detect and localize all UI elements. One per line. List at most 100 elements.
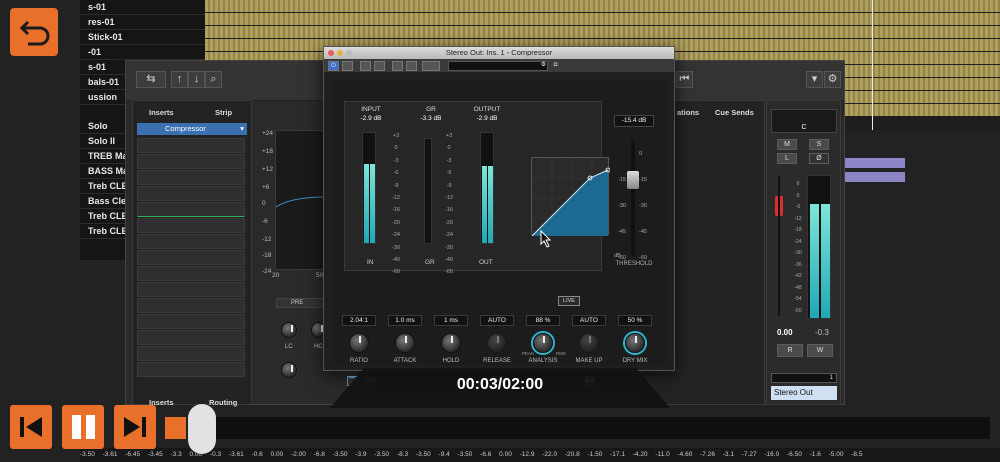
insert-slot[interactable] bbox=[137, 138, 245, 153]
insert-slot[interactable] bbox=[137, 234, 245, 249]
skip-back-button[interactable] bbox=[10, 405, 52, 449]
audio-lane[interactable] bbox=[205, 26, 1000, 38]
makeup-knob[interactable] bbox=[579, 333, 599, 353]
tab-strip[interactable]: Strip bbox=[215, 108, 232, 117]
track-name[interactable]: s-01 bbox=[80, 0, 205, 15]
ratio-value[interactable]: 2.04:1 bbox=[342, 315, 376, 326]
live-button[interactable]: LIVE bbox=[558, 296, 580, 306]
midi-clip[interactable] bbox=[845, 158, 905, 168]
attack-knob[interactable] bbox=[395, 333, 415, 353]
master-volume-value[interactable]: 0.00 bbox=[777, 328, 793, 337]
insert-slot[interactable] bbox=[137, 362, 245, 377]
close-window-icon[interactable] bbox=[328, 50, 334, 56]
makeup-value[interactable]: AUTO bbox=[572, 315, 606, 326]
track-name[interactable]: -01 bbox=[80, 45, 205, 60]
menu-dropdown-icon[interactable]: ▾ bbox=[806, 71, 823, 88]
inserts-panel: Inserts Strip Compressor ▾ Inserts Routi… bbox=[132, 100, 252, 407]
compression-curve-display[interactable] bbox=[531, 157, 611, 237]
insert-slot[interactable] bbox=[137, 250, 245, 265]
audio-lane[interactable] bbox=[205, 13, 1000, 25]
tab-inserts[interactable]: Inserts bbox=[149, 108, 174, 117]
preset-menu-icon[interactable]: ⚙ bbox=[538, 61, 549, 71]
insert-slot[interactable] bbox=[137, 202, 245, 217]
pause-button[interactable] bbox=[62, 405, 104, 449]
plugin-titlebar[interactable]: Stereo Out: Ins. 1 - Compressor bbox=[324, 47, 674, 59]
pre-gain-knob[interactable] bbox=[281, 362, 297, 378]
track-name[interactable]: Stick-01 bbox=[80, 30, 205, 45]
threshold-value[interactable]: -15.4 dB bbox=[614, 115, 654, 127]
release-value[interactable]: AUTO bbox=[480, 315, 514, 326]
insert-slot[interactable] bbox=[137, 170, 245, 185]
dry-mix-knob[interactable] bbox=[625, 333, 645, 353]
read-automation-icon[interactable] bbox=[360, 61, 371, 71]
back-button[interactable] bbox=[10, 8, 58, 56]
threshold-fader-handle[interactable] bbox=[627, 171, 639, 189]
search-icon[interactable]: ⌕ bbox=[205, 71, 222, 88]
seek-handle[interactable] bbox=[188, 404, 216, 454]
output-meter-fill-right bbox=[488, 166, 493, 243]
insert-slot[interactable] bbox=[137, 314, 245, 329]
ratio-knob[interactable] bbox=[349, 333, 369, 353]
arrow-up-icon[interactable]: ↑ bbox=[171, 71, 188, 88]
chevron-down-icon[interactable]: ▾ bbox=[240, 123, 244, 135]
zoom-window-icon[interactable] bbox=[346, 50, 352, 56]
audio-lane[interactable] bbox=[205, 0, 1000, 12]
insert-slot-compressor[interactable]: Compressor ▾ bbox=[137, 123, 247, 135]
dry-mix-value[interactable]: 50 % bbox=[618, 315, 652, 326]
power-icon[interactable]: ⏻ bbox=[328, 61, 339, 71]
insert-slot[interactable] bbox=[137, 266, 245, 281]
meter-fill-left bbox=[810, 204, 819, 318]
insert-slot[interactable] bbox=[137, 330, 245, 345]
analysis-value[interactable]: 88 % bbox=[526, 315, 560, 326]
hold-value[interactable]: 1 ms bbox=[434, 315, 468, 326]
insert-slot[interactable] bbox=[137, 186, 245, 201]
insert-slot[interactable] bbox=[137, 298, 245, 313]
input-meter bbox=[362, 132, 376, 244]
link-indicator[interactable]: 1 bbox=[771, 373, 837, 383]
skip-forward-button[interactable] bbox=[114, 405, 156, 449]
seek-bar[interactable] bbox=[215, 417, 990, 439]
preset-selector[interactable] bbox=[448, 61, 548, 71]
insert-slot[interactable] bbox=[137, 282, 245, 297]
ab-compare-icon[interactable] bbox=[392, 61, 403, 71]
listen-button[interactable]: L bbox=[777, 153, 797, 164]
camera-icon[interactable]: ◘ bbox=[550, 61, 561, 71]
arrow-down-icon[interactable]: ↓ bbox=[188, 71, 205, 88]
pre-section-header[interactable]: PRE bbox=[276, 298, 324, 308]
back-forward-button[interactable]: ⇆ bbox=[136, 71, 166, 88]
mute-button[interactable]: M bbox=[777, 139, 797, 150]
insert-slot[interactable] bbox=[137, 154, 245, 169]
hold-knob[interactable] bbox=[441, 333, 461, 353]
routing-icon[interactable] bbox=[422, 61, 440, 71]
low-cut-knob[interactable] bbox=[281, 322, 297, 338]
write-button[interactable]: W bbox=[807, 344, 833, 357]
insert-slot[interactable] bbox=[137, 346, 245, 361]
tab-notations[interactable]: ations bbox=[677, 108, 699, 117]
bypass-icon[interactable] bbox=[342, 61, 353, 71]
gear-icon[interactable]: ⚙ bbox=[824, 71, 841, 88]
master-fader-track[interactable] bbox=[778, 176, 780, 316]
meter-tick: -24 bbox=[445, 232, 453, 239]
eq-scale-label: +12 bbox=[262, 166, 274, 173]
master-name-label[interactable]: Stereo Out bbox=[771, 386, 837, 400]
solo-button[interactable]: S bbox=[809, 139, 829, 150]
insert-slot[interactable] bbox=[137, 218, 245, 233]
eq-curve-display[interactable] bbox=[275, 130, 327, 270]
track-name[interactable]: res-01 bbox=[80, 15, 205, 30]
playhead[interactable] bbox=[872, 0, 873, 130]
threshold-fader-track[interactable] bbox=[631, 141, 635, 255]
read-button[interactable]: R bbox=[777, 344, 803, 357]
skip-back-icon[interactable]: ⏮ bbox=[676, 71, 693, 88]
tab-routing[interactable]: Routing bbox=[209, 398, 237, 407]
phase-button[interactable]: Ø bbox=[809, 153, 829, 164]
midi-clip[interactable] bbox=[845, 172, 905, 182]
copy-icon[interactable] bbox=[406, 61, 417, 71]
pan-display[interactable]: C bbox=[771, 109, 837, 133]
minimize-window-icon[interactable] bbox=[337, 50, 343, 56]
meter-tick: -60 bbox=[392, 269, 400, 276]
tab-cue-sends[interactable]: Cue Sends bbox=[715, 108, 754, 117]
release-knob[interactable] bbox=[487, 333, 507, 353]
analysis-knob[interactable] bbox=[533, 333, 553, 353]
attack-value[interactable]: 1.0 ms bbox=[388, 315, 422, 326]
write-automation-icon[interactable] bbox=[374, 61, 385, 71]
